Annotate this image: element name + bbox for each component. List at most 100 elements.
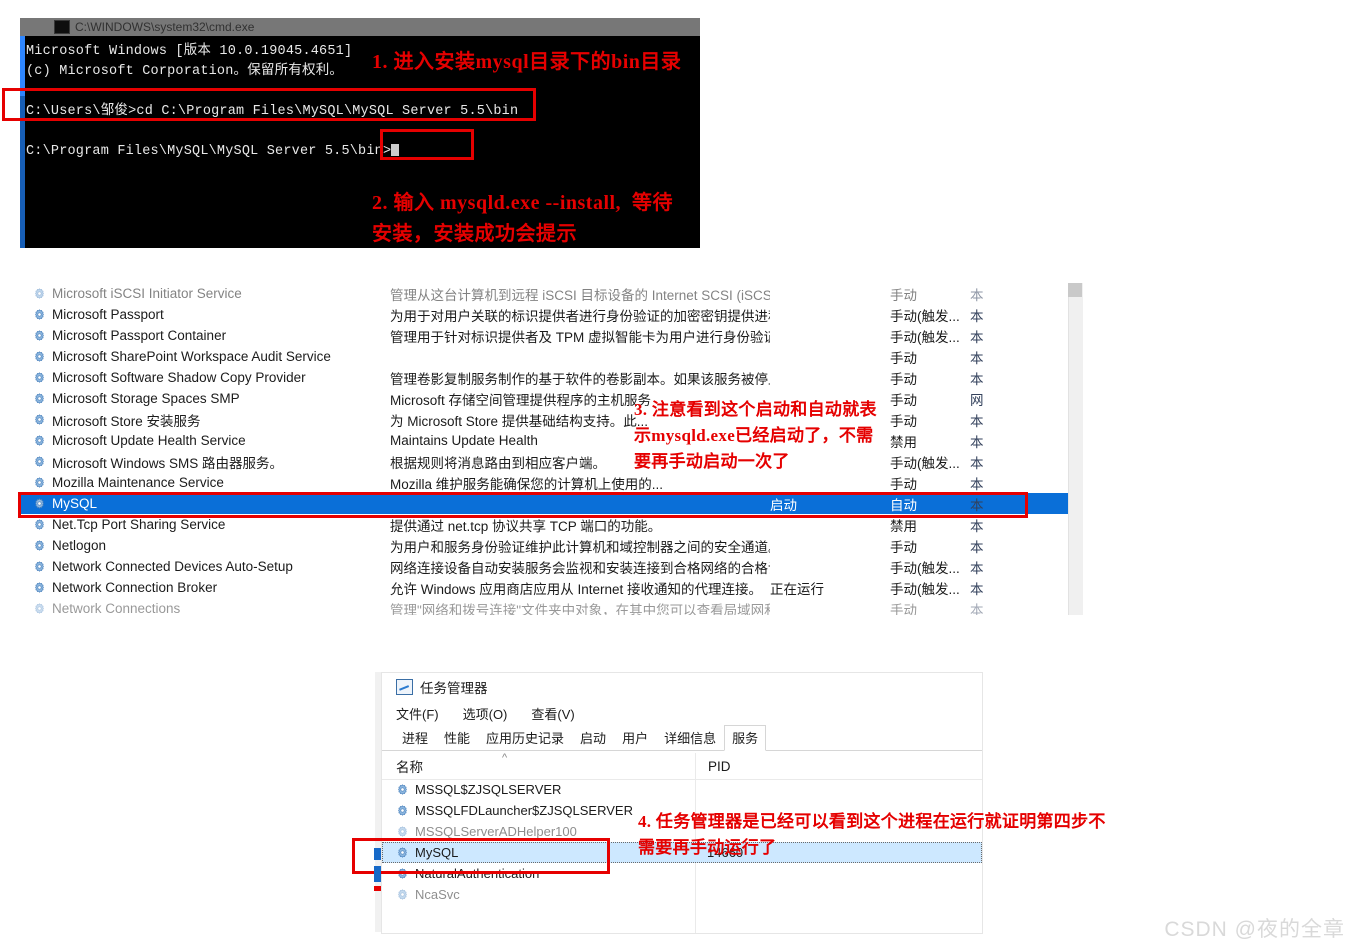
service-logon-cell: 本 xyxy=(970,371,984,387)
gear-icon xyxy=(33,539,46,552)
service-name-label: Microsoft SharePoint Workspace Audit Ser… xyxy=(52,349,331,364)
service-startup-type-cell: 手动(触发... xyxy=(890,329,960,345)
service-row[interactable]: Network Connections 管理"网络和拨号连接"文件夹中对象，在其中… xyxy=(20,598,1082,615)
tab-详细信息[interactable]: 详细信息 xyxy=(656,725,724,750)
taskmgr-name-label: NcaSvc xyxy=(415,887,460,902)
service-name-cell: Mozilla Maintenance Service xyxy=(20,475,390,490)
service-name-cell: Net.Tcp Port Sharing Service xyxy=(20,517,390,532)
tab-启动[interactable]: 启动 xyxy=(572,725,614,750)
gear-icon xyxy=(33,581,46,594)
service-startup-type-cell: 手动 xyxy=(890,413,917,429)
service-description-cell: 允许 Windows 应用商店应用从 Internet 接收通知的代理连接。 xyxy=(390,581,763,597)
service-description-cell: 管理从这台计算机到远程 iSCSI 目标设备的 Internet SCSI (i… xyxy=(390,287,770,303)
service-row[interactable]: Microsoft Passport Container 管理用于针对标识提供者及… xyxy=(20,325,1082,346)
service-row[interactable]: Microsoft Storage Spaces SMP Microsoft 存储… xyxy=(20,388,1082,409)
service-name-cell: Microsoft Passport xyxy=(20,307,390,322)
service-name-cell: Microsoft iSCSI Initiator Service xyxy=(20,286,390,301)
service-startup-type-cell: 手动(触发... xyxy=(890,581,960,597)
taskmgr-titlebar: 任务管理器 xyxy=(382,673,982,701)
service-row[interactable]: Microsoft Passport 为用于对用户关联的标识提供者进行身份验证的加… xyxy=(20,304,1082,325)
taskmgr-service-row[interactable]: MSSQL$ZJSQLSERVER xyxy=(382,779,982,800)
taskmgr-menubar[interactable]: 文件(F) 选项(O) 查看(V) xyxy=(382,701,982,726)
service-logon-cell: 本 xyxy=(970,560,984,576)
service-logon-cell: 本 xyxy=(970,350,984,366)
taskmgr-column-header[interactable]: 名称 ^ PID xyxy=(382,752,982,780)
tab-性能[interactable]: 性能 xyxy=(436,725,478,750)
service-name-label: Network Connected Devices Auto-Setup xyxy=(52,559,293,574)
gear-icon xyxy=(33,350,46,363)
taskmgr-name-label: MSSQLServerADHelper100 xyxy=(415,824,577,839)
service-startup-type-cell: 手动 xyxy=(890,602,917,616)
service-startup-type-cell: 手动(触发... xyxy=(890,308,960,324)
cmd-blank-2 xyxy=(22,122,700,142)
services-scrollbar[interactable] xyxy=(1068,283,1083,615)
highlight-box-mysql-service-row xyxy=(18,492,1028,518)
gear-icon xyxy=(33,602,46,615)
service-row[interactable]: Netlogon 为用户和服务身份验证维护此计算机和域控制器之间的安全通道。...… xyxy=(20,535,1082,556)
cmd-title-text: C:\WINDOWS\system32\cmd.exe xyxy=(75,20,255,34)
taskmgr-menu-item[interactable]: 文件(F) xyxy=(396,704,439,723)
service-row[interactable]: Microsoft Software Shadow Copy Provider 管… xyxy=(20,367,1082,388)
service-name-label: Network Connections xyxy=(52,601,181,615)
service-name-cell: Network Connection Broker xyxy=(20,580,390,595)
service-name-cell: Microsoft Passport Container xyxy=(20,328,390,343)
service-logon-cell: 本 xyxy=(970,413,984,429)
highlight-box-mysql-process-row xyxy=(352,838,610,874)
services-scrollbar-thumb[interactable] xyxy=(1068,283,1082,297)
services-list[interactable]: Microsoft iSCSI Initiator Service 管理从这台计算… xyxy=(20,283,1082,615)
service-description-cell: 管理"网络和拨号连接"文件夹中对象，在其中您可以查看局域网和... xyxy=(390,602,770,616)
highlight-box-prompt-cursor xyxy=(380,129,474,160)
service-description-cell: 网络连接设备自动安装服务会监视和安装连接到合格网络的合格设... xyxy=(390,560,770,576)
column-header-pid[interactable]: PID xyxy=(695,758,815,774)
taskmgr-name-cell: MSSQL$ZJSQLSERVER xyxy=(382,782,695,797)
service-name-cell: Microsoft Software Shadow Copy Provider xyxy=(20,370,390,385)
service-row[interactable]: Network Connection Broker 允许 Windows 应用商店… xyxy=(20,577,1082,598)
cmd-line-4-wrap: C:\Program Files\MySQL\MySQL Server 5.5\… xyxy=(22,142,700,162)
service-name-cell: Microsoft Store 安装服务 xyxy=(20,410,390,430)
column-header-name[interactable]: 名称 ^ xyxy=(382,752,695,776)
service-row[interactable]: Microsoft SharePoint Workspace Audit Ser… xyxy=(20,346,1082,367)
service-logon-cell: 本 xyxy=(970,329,984,345)
service-row[interactable]: Network Connected Devices Auto-Setup 网络连接… xyxy=(20,556,1082,577)
service-startup-type-cell: 手动(触发... xyxy=(890,560,960,576)
task-manager-window: 任务管理器 文件(F) 选项(O) 查看(V) 进程 性能 应用历史记录 启动 用户 详细信息… xyxy=(381,672,983,934)
service-name-label: Microsoft iSCSI Initiator Service xyxy=(52,286,242,301)
service-row[interactable]: Microsoft Update Health Service Maintains… xyxy=(20,430,1082,451)
service-description-cell: Mozilla 维护服务能确保您的计算机上使用的... xyxy=(390,476,664,492)
service-row[interactable]: Microsoft Store 安装服务为 Microsoft Store 提供… xyxy=(20,409,1082,430)
annotation-step-4: 4. 任务管理器是已经可以看到这个进程在运行就证明第四步不 需要再手动运行了 xyxy=(638,812,1106,857)
annotation-step-1: 1. 进入安装mysql目录下的bin目录 xyxy=(372,51,682,73)
service-logon-cell: 本 xyxy=(970,287,984,303)
service-logon-cell: 本 xyxy=(970,455,984,471)
taskmgr-name-label: MSSQL$ZJSQLSERVER xyxy=(415,782,562,797)
service-row[interactable]: Mozilla Maintenance Service Mozilla 维护服务能… xyxy=(20,472,1082,493)
column-header-name-label: 名称 xyxy=(396,760,423,775)
task-manager-icon xyxy=(396,679,413,695)
gear-icon xyxy=(33,476,46,489)
service-name-label: Net.Tcp Port Sharing Service xyxy=(52,517,226,532)
service-name-cell: Network Connections xyxy=(20,601,390,615)
gear-icon xyxy=(396,888,409,901)
service-row[interactable]: Microsoft Windows SMS 路由器服务。 根据规则将消息路由到相应… xyxy=(20,451,1082,472)
tab-进程[interactable]: 进程 xyxy=(394,725,436,750)
gear-icon xyxy=(33,413,46,426)
taskmgr-menu-item[interactable]: 选项(O) xyxy=(463,704,508,723)
service-name-label: Microsoft Storage Spaces SMP xyxy=(52,391,240,406)
gear-icon xyxy=(33,560,46,573)
tab-服务[interactable]: 服务 xyxy=(724,725,767,751)
service-row[interactable]: Microsoft iSCSI Initiator Service 管理从这台计算… xyxy=(20,283,1082,304)
taskmgr-menu-item[interactable]: 查看(V) xyxy=(531,704,574,723)
taskmgr-name-label: MSSQLFDLauncher$ZJSQLSERVER xyxy=(415,803,633,818)
service-logon-cell: 本 xyxy=(970,308,984,324)
taskmgr-service-row[interactable]: NcaSvc xyxy=(382,884,982,905)
service-startup-type-cell: 禁用 xyxy=(890,434,917,450)
taskmgr-tabstrip[interactable]: 进程 性能 应用历史记录 启动 用户 详细信息 服务 xyxy=(382,725,982,751)
tab-应用历史记录[interactable]: 应用历史记录 xyxy=(478,725,572,750)
gear-icon xyxy=(33,371,46,384)
tab-用户[interactable]: 用户 xyxy=(614,725,656,750)
taskmgr-title-text: 任务管理器 xyxy=(420,681,488,696)
service-name-cell: Network Connected Devices Auto-Setup xyxy=(20,559,390,574)
service-name-label: Mozilla Maintenance Service xyxy=(52,475,224,490)
annotation-step-2: 2. 输入 mysqld.exe --install, 等待 安装，安装成功会提… xyxy=(372,192,674,245)
service-logon-cell: 本 xyxy=(970,602,984,616)
